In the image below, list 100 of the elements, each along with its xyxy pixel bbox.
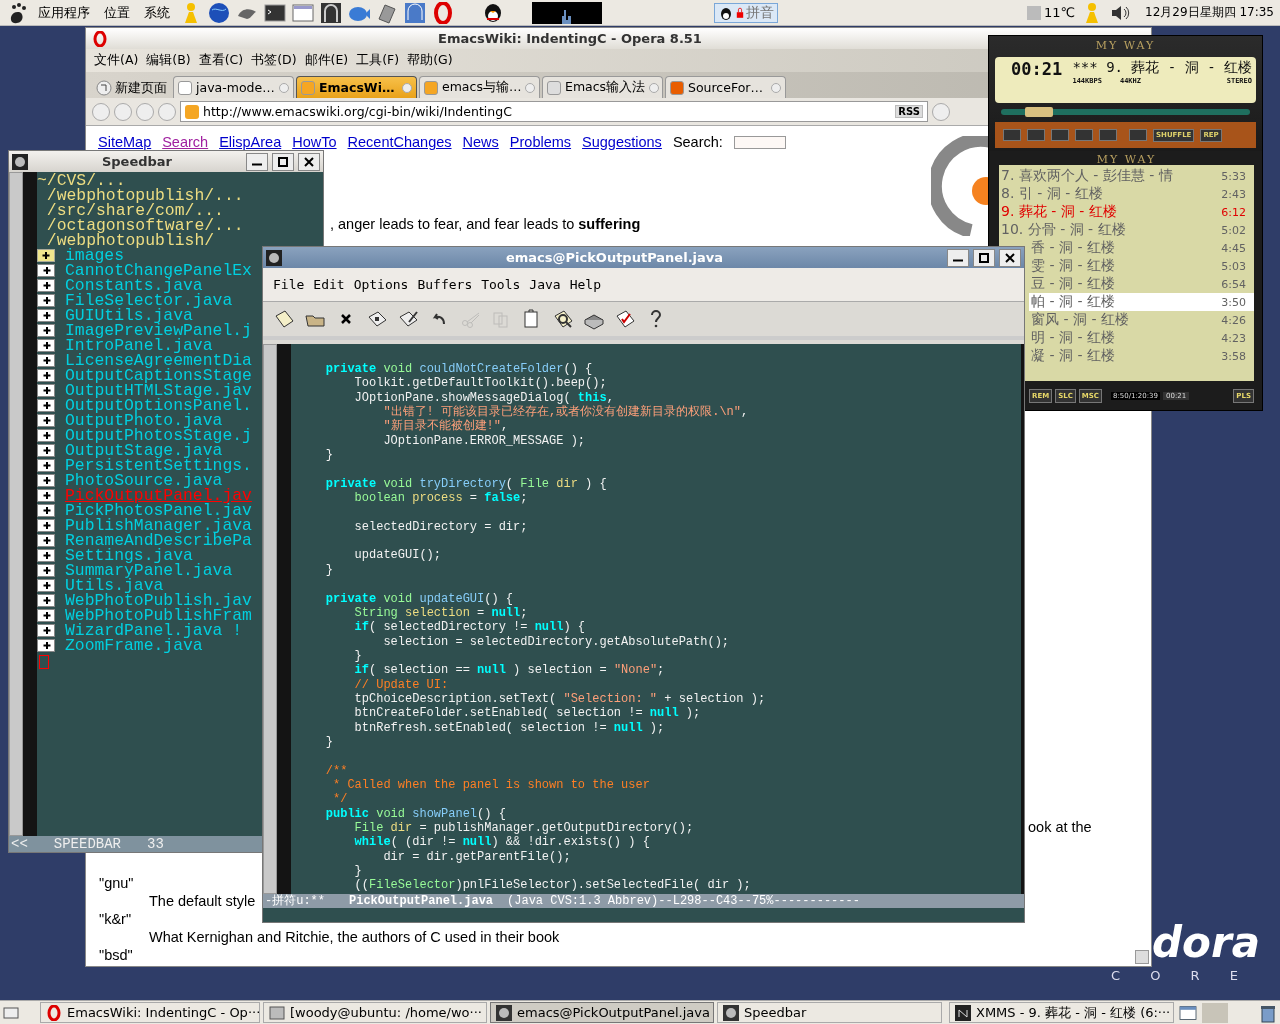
file-name[interactable]: WebPhotoPublishFram [65,608,252,623]
file-name[interactable]: OutputOptionsPanel. [65,398,252,413]
expand-file-icon[interactable] [37,459,55,472]
magnifier-icon[interactable] [552,308,574,330]
file-name[interactable]: Constants.java [65,278,203,293]
menu-item[interactable]: File [273,277,305,292]
expand-file-icon[interactable] [37,564,55,577]
menu-item[interactable]: Buffers [417,277,473,292]
nav-link[interactable]: RecentChanges [347,134,452,150]
expand-file-icon[interactable] [37,534,55,547]
nav-link[interactable]: SiteMap [98,134,152,150]
menu-item[interactable]: 文件(A) [94,52,139,69]
menu-item[interactable]: Options [353,277,409,292]
menu-item[interactable]: 编辑(B) [146,52,191,69]
expand-file-icon[interactable] [37,414,55,427]
browser-tab[interactable]: EmacsWi… [296,76,417,98]
file-name[interactable]: OutputStage.java [65,443,223,458]
expand-file-icon[interactable] [37,324,55,337]
playlist-row[interactable]: 明 - 洞 - 红楼 4:23 [1029,329,1254,347]
window-icon[interactable] [404,1,426,24]
expand-file-icon[interactable] [37,294,55,307]
playlist-row[interactable]: 帕 - 洞 - 红楼 3:50 [1029,293,1254,311]
previous-button[interactable] [1003,129,1021,142]
file-name[interactable]: IntroPanel.java [65,338,213,353]
file-name[interactable]: OutputHTMLStage.jav [65,383,252,398]
menu-item[interactable]: 书签(D) [251,52,297,69]
arch-icon[interactable] [320,1,342,24]
file-name[interactable]: WebPhotoPublish.jav [65,593,252,608]
page-icon[interactable] [273,308,295,330]
directory-path[interactable]: /webphotopublish/... [37,188,323,203]
taskbar-item[interactable]: emacs@PickOutputPanel.java [490,1002,714,1023]
playlist-row[interactable]: 雯 - 洞 - 红楼 5:03 [1029,257,1254,275]
browser-tab[interactable]: Emacs输入法 [542,76,663,98]
menu-item[interactable]: 邮件(E) [304,52,349,69]
file-name[interactable]: FileSelector.java [65,293,233,308]
expand-file-icon[interactable] [37,429,55,442]
close-button[interactable] [999,248,1021,267]
code-editor[interactable] [291,344,1024,894]
menu-item[interactable]: Help [569,277,601,292]
file-name[interactable]: WizardPanel.java ! [65,623,243,638]
maximize-button[interactable] [272,152,294,171]
file-name[interactable]: CannotChangePanelEx [65,263,252,278]
expand-file-icon[interactable] [37,384,55,397]
ring-icon[interactable] [92,30,108,47]
playlist-row[interactable]: 窗风 - 洞 - 红楼 4:26 [1029,311,1254,329]
taskbar-item[interactable]: EmacsWiki: IndentingC - Op··· [40,1002,260,1023]
menu-item[interactable]: 查看(C) [198,52,244,69]
eject-button[interactable] [1129,129,1147,142]
playlist-row[interactable]: 凝 - 洞 - 红楼 3:58 [1029,347,1254,365]
clock[interactable]: 12月29日星期四 17:35 [1145,4,1274,21]
browser-tab[interactable]: emacs与输… [419,76,540,98]
panel-menu[interactable]: 位置 [100,3,134,22]
playlist-row[interactable]: 9. 葬花 - 洞 - 红楼 6:12 [999,203,1254,221]
expand-file-icon[interactable] [37,399,55,412]
expand-file-icon[interactable] [37,624,55,637]
file-name[interactable]: PublishManager.java [65,518,252,533]
nav-link[interactable]: ElispArea [219,134,282,150]
window-list-icon[interactable] [1177,1004,1199,1021]
pause-button[interactable] [1051,129,1069,142]
expand-file-icon[interactable] [37,369,55,382]
expand-file-icon[interactable] [37,639,55,652]
file-name[interactable]: PickPhotosPanel.jav [65,503,252,518]
expand-file-icon[interactable] [37,354,55,367]
penguin-icon[interactable] [482,1,504,24]
browser-tab[interactable]: java-mode… [173,76,294,98]
terminal-icon[interactable] [264,1,286,24]
expand-file-icon[interactable] [37,279,55,292]
playlist-row[interactable]: 7. 喜欢两个人 - 彭佳慧 - 情 5:33 [999,167,1254,185]
playlist-row[interactable]: 8. 引 - 洞 - 红楼 2:43 [999,185,1254,203]
playlist-row[interactable]: 10. 分骨 - 洞 - 红楼 5:02 [999,221,1254,239]
file-name[interactable]: OutputPhoto.java [65,413,223,428]
file-name[interactable]: Utils.java [65,578,164,593]
expand-file-icon[interactable] [37,444,55,457]
taskbar-item[interactable]: [woody@ubuntu: /home/wo··· [263,1002,487,1023]
seek-handle[interactable] [1025,107,1053,118]
browser-tab[interactable]: SourceFor… [665,76,786,98]
file-name[interactable]: ZoomFrame.java [65,638,203,653]
playlist-row[interactable]: 香 - 洞 - 红楼 4:45 [1029,239,1254,257]
maximize-button[interactable] [973,248,995,267]
nav-link[interactable]: Suggestions [582,134,662,150]
nav-link[interactable]: News [462,134,499,150]
expand-file-icon[interactable] [37,594,55,607]
file-name[interactable]: SummaryPanel.java [65,563,233,578]
panel-menu[interactable]: 系统 [140,3,174,22]
minimize-button[interactable] [947,248,969,267]
expand-file-icon[interactable] [37,339,55,352]
taskbar-item[interactable]: Speedbar [717,1002,942,1023]
nav-link[interactable]: Problems [509,134,572,150]
expand-file-icon[interactable] [37,579,55,592]
stop-button[interactable] [1075,129,1093,142]
input-method-indicator[interactable]: 拼音 [714,2,778,23]
expand-file-icon[interactable] [37,309,55,322]
menu-item[interactable]: 帮助(G) [407,52,453,69]
menu-item[interactable]: Tools [481,277,521,292]
expand-file-icon[interactable] [37,504,55,517]
expand-file-icon[interactable] [37,489,55,502]
menu-item[interactable]: 工具(F) [356,52,400,69]
taskbar-item[interactable]: XMMS - 9. 葬花 - 洞 - 红楼 (6:··· [949,1002,1174,1023]
expand-folder-icon[interactable] [37,249,55,262]
search-field[interactable] [733,135,786,149]
